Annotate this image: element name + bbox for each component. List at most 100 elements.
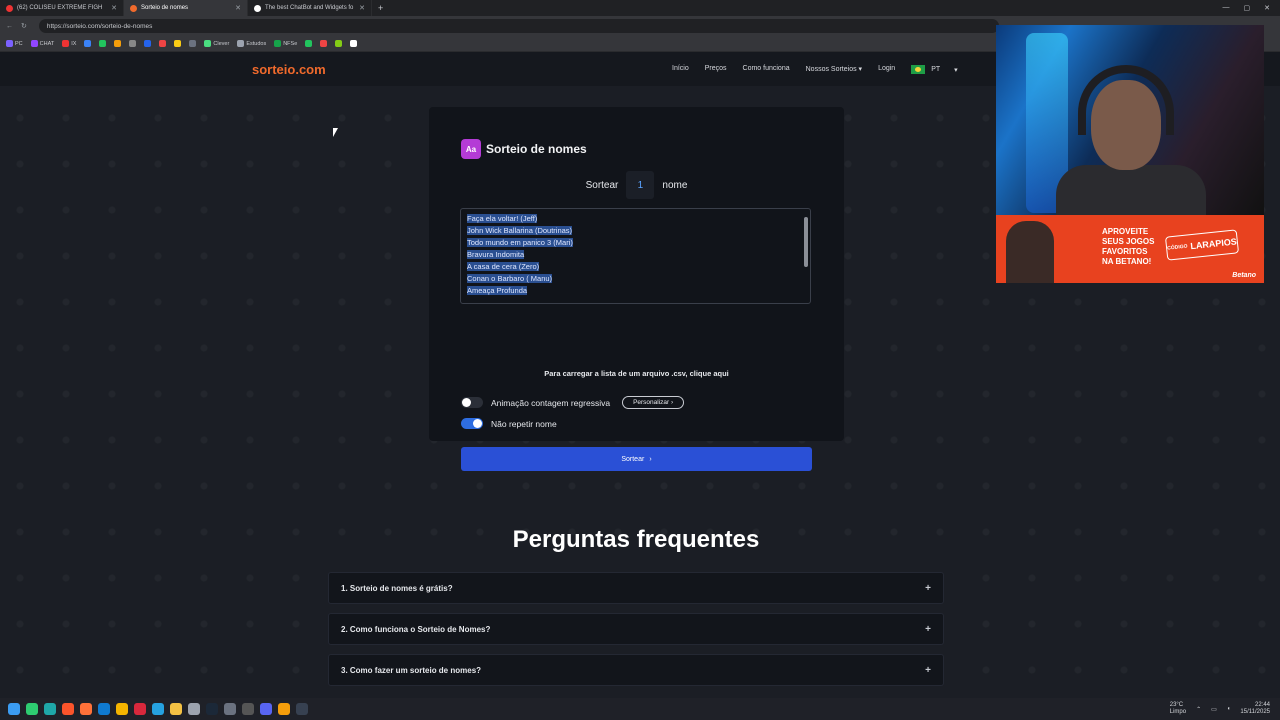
chrome-icon[interactable] [116,703,128,715]
bookmark-item[interactable]: Clever [204,40,229,47]
mouse-cursor-icon [333,128,338,137]
clock[interactable]: 22:44 15/11/2025 [1240,702,1270,716]
volume-icon[interactable]: ◖ [1227,706,1231,712]
bookmark-item[interactable] [129,40,137,47]
bookmark-item[interactable] [305,40,313,47]
site-logo[interactable]: sorteio.com [252,62,326,77]
names-tool-icon: Aa [461,139,481,159]
csv-upload-link[interactable]: Para carregar a lista de um arquivo .csv… [429,369,844,378]
brave-icon[interactable] [62,703,74,715]
faq-item[interactable]: 3. Como fazer um sorteio de nomes? + [328,654,944,686]
chevron-right-icon: › [649,455,652,463]
system-tray: 23°C Limpo ⌃ ▭ ◖ 22:44 15/11/2025 [1170,702,1280,716]
nav-link-precos[interactable]: Preços [705,65,727,74]
weather-widget[interactable]: 23°C Limpo [1170,702,1186,716]
headphones-icon [1078,65,1174,135]
maximize-icon[interactable]: ▢ [1244,4,1251,12]
bookmark-item[interactable] [159,40,167,47]
ad-text: APROVEITE SEUS JOGOS FAVORITOS NA BETANO… [1102,227,1155,266]
reload-icon[interactable]: ↻ [21,22,27,30]
webcam-overlay [996,25,1264,215]
bookmark-item[interactable] [84,40,92,47]
browser-tab[interactable]: (62) COLISEU EXTREME FIGH ✕ [0,0,124,16]
network-icon[interactable]: ▭ [1211,706,1217,713]
personalize-button[interactable]: Personalizar › [622,396,685,409]
windows-taskbar: 23°C Limpo ⌃ ▭ ◖ 22:44 15/11/2025 [0,698,1280,720]
bookmark-item[interactable] [174,40,182,47]
browser-tab[interactable]: The best ChatBot and Widgets fo ✕ [248,0,372,16]
textarea-scrollbar[interactable] [804,217,808,267]
language-selector[interactable]: PT ▾ [911,65,958,74]
name-line: Faça ela voltar! (Jeff) [467,214,538,223]
no-repeat-toggle[interactable] [461,418,483,429]
quantity-input[interactable]: 1 [626,171,655,199]
no-repeat-option: Não repetir nome [461,418,557,429]
bookmark-item[interactable] [320,40,328,47]
new-tab-button[interactable]: + [372,3,389,13]
language-code: PT [931,66,941,73]
betano-ad-banner: APROVEITE SEUS JOGOS FAVORITOS NA BETANO… [996,215,1264,283]
firefox-icon[interactable] [80,703,92,715]
countdown-option: Animação contagem regressiva Personaliza… [461,396,685,409]
faq-item[interactable]: 2. Como funciona o Sorteio de Nomes? + [328,613,944,645]
tab-title: The best ChatBot and Widgets fo [265,5,354,11]
bookmark-item[interactable] [335,40,343,47]
window-controls: — ▢ ✕ [1223,4,1280,12]
close-window-icon[interactable]: ✕ [1264,4,1270,12]
chevron-right-icon: › [671,399,674,406]
chevron-down-icon: ▾ [858,66,863,73]
countdown-toggle[interactable] [461,397,483,408]
nav-link-login[interactable]: Login [878,65,895,74]
names-textarea[interactable]: Faça ela voltar! (Jeff) John Wick Ballar… [460,208,811,304]
folder-icon[interactable] [170,703,182,715]
bookmark-folder[interactable]: Estudos [237,40,266,47]
name-line: Conan o Barbaro ( Manu) [467,274,553,283]
nav-link-inicio[interactable]: Início [672,65,689,74]
steam-icon[interactable] [206,703,218,715]
youtube-icon [6,4,13,12]
bookmark-item[interactable]: IX [62,40,76,47]
close-tab-icon[interactable]: ✕ [235,4,241,12]
name-line: Ameaça Profunda [467,286,528,295]
bookmark-item[interactable] [350,40,358,47]
faq-title: Perguntas frequentes [512,526,760,553]
discord-icon[interactable] [260,703,272,715]
close-tab-icon[interactable]: ✕ [359,4,365,12]
bookmark-item[interactable] [114,40,122,47]
app-icon[interactable] [296,703,308,715]
streamer-body [1056,165,1206,215]
opera-icon[interactable] [134,703,146,715]
name-line: Bravura Indomita [467,250,525,259]
bookmark-item[interactable]: NFSe [274,40,297,47]
bookmark-item[interactable] [99,40,107,47]
chevron-down-icon: ▾ [954,66,958,74]
app-icon[interactable] [278,703,290,715]
xbox-icon[interactable] [224,703,236,715]
windows-start-icon[interactable] [8,703,20,715]
bookmark-item[interactable]: PC [6,40,23,47]
draw-quantity-row: Sortear 1 nome [429,171,844,199]
tray-chevron-icon[interactable]: ⌃ [1196,706,1201,713]
close-tab-icon[interactable]: ✕ [111,4,117,12]
bookmark-item[interactable] [189,40,197,47]
nav-link-como-funciona[interactable]: Como funciona [743,65,790,74]
app-icon[interactable] [26,703,38,715]
name-line: A casa de cera (Zero) [467,262,540,271]
edge-icon[interactable] [44,703,56,715]
edge-icon[interactable] [98,703,110,715]
back-icon[interactable]: ← [6,23,13,30]
nav-links: Início Preços Como funciona Nossos Sorte… [672,65,958,74]
bookmark-item[interactable] [144,40,152,47]
submit-draw-button[interactable]: Sortear › [461,447,812,471]
browser-tabbar: (62) COLISEU EXTREME FIGH ✕ Sorteio de n… [0,0,1280,16]
url-field[interactable]: https://sorteio.com/sorteio-de-nomes [38,19,999,33]
store-icon[interactable] [188,703,200,715]
bookmark-item[interactable]: CHAT [30,40,54,47]
browser-tab-active[interactable]: Sorteio de nomes ✕ [124,0,248,16]
faq-item[interactable]: 1. Sorteio de nomes é grátis? + [328,572,944,604]
app-icon[interactable] [152,703,164,715]
minimize-icon[interactable]: — [1223,4,1230,12]
nav-link-nossos-sorteios[interactable]: Nossos Sorteios ▾ [806,65,862,74]
app-icon[interactable] [242,703,254,715]
card-header: Aa Sorteio de nomes [461,139,587,159]
